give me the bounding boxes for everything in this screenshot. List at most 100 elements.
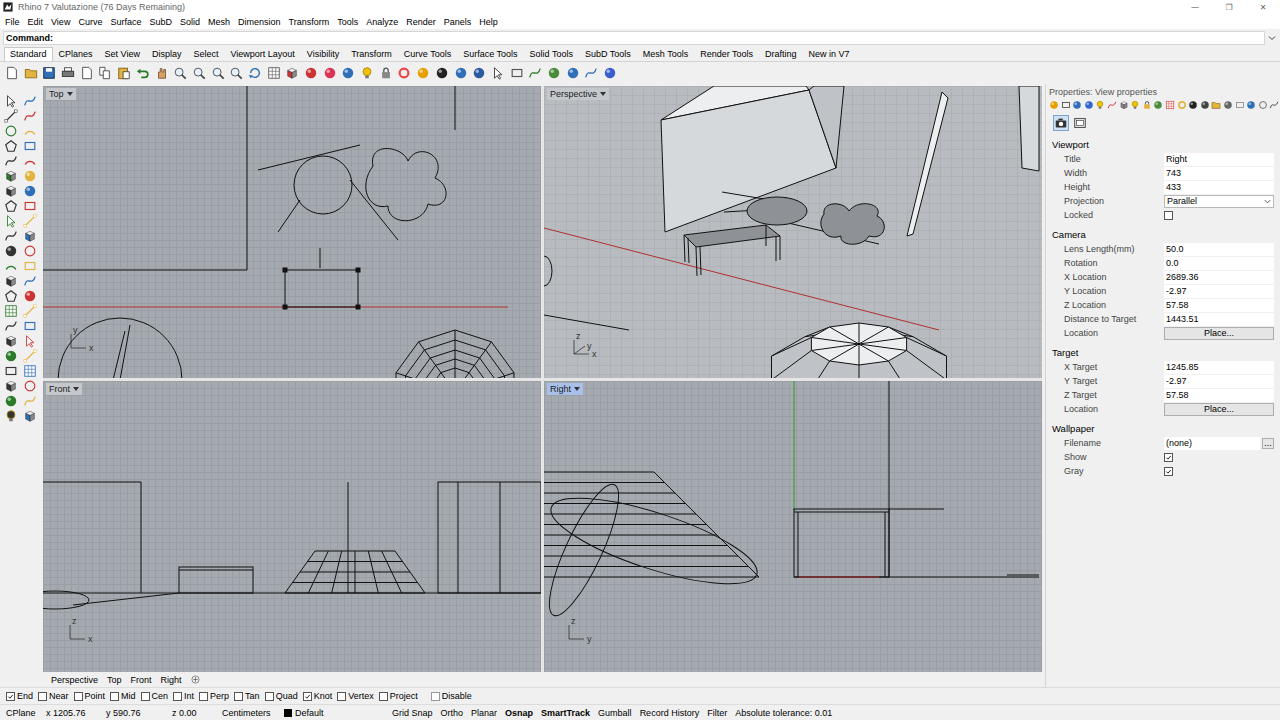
checkbox[interactable]: [234, 692, 243, 701]
table-outline[interactable]: [794, 509, 889, 577]
sphere-icon[interactable]: [435, 66, 449, 80]
toolbar-tab[interactable]: SubD Tools: [579, 47, 637, 61]
toolbar-tab[interactable]: Standard: [4, 47, 53, 61]
status-toggle[interactable]: Record History: [636, 707, 704, 719]
rect-icon[interactable]: [23, 199, 37, 213]
dropdown-caret-icon[interactable]: [574, 387, 580, 391]
bulb-icon[interactable]: [1130, 100, 1140, 110]
dropdown[interactable]: Parallel: [1164, 195, 1274, 208]
sphere-icon[interactable]: [4, 349, 18, 363]
box-icon[interactable]: [23, 409, 37, 423]
viewport-title[interactable]: Perspective: [547, 88, 609, 100]
menu-item[interactable]: Solid: [176, 17, 204, 27]
curve-icon[interactable]: [23, 394, 37, 408]
rect-icon[interactable]: [1235, 100, 1245, 110]
curve-icon[interactable]: [23, 94, 37, 108]
sphere-icon[interactable]: [4, 244, 18, 258]
box-outline[interactable]: [43, 482, 141, 593]
text-field[interactable]: 433: [1164, 181, 1274, 194]
units[interactable]: Centimeters: [216, 708, 278, 718]
rect-icon[interactable]: [510, 66, 524, 80]
text-field[interactable]: 1443.51: [1164, 313, 1274, 326]
text-field[interactable]: 57.58: [1164, 299, 1274, 312]
line-curve[interactable]: [320, 248, 321, 268]
history-dropdown-icon[interactable]: [1268, 34, 1276, 42]
flower-surface[interactable]: [821, 204, 884, 245]
circle-icon[interactable]: [1258, 100, 1268, 110]
line-curve[interactable]: [350, 180, 398, 240]
sphere-icon[interactable]: [1223, 100, 1233, 110]
checkbox[interactable]: [379, 692, 388, 701]
checkbox[interactable]: [6, 692, 15, 701]
sphere-icon[interactable]: [23, 184, 37, 198]
menu-item[interactable]: File: [1, 17, 24, 27]
flower-curve[interactable]: [366, 149, 446, 221]
toolbar-tab[interactable]: Set View: [99, 47, 146, 61]
checkbox[interactable]: [303, 692, 312, 701]
menu-item[interactable]: Tools: [333, 17, 362, 27]
half-circle[interactable]: [58, 318, 182, 378]
hand-icon[interactable]: [155, 66, 169, 80]
cursor-icon[interactable]: [4, 214, 18, 228]
text-field[interactable]: Right: [1164, 153, 1274, 166]
sphere-icon[interactable]: [1200, 100, 1210, 110]
dome-top-face[interactable]: [811, 323, 906, 365]
menu-item[interactable]: View: [47, 17, 74, 27]
poly-icon[interactable]: [4, 139, 18, 153]
zoom-icon[interactable]: [211, 66, 225, 80]
menu-item[interactable]: SubD: [145, 17, 176, 27]
plane-edge[interactable]: [348, 482, 349, 593]
grid-icon[interactable]: [4, 304, 18, 318]
text-field[interactable]: -2.97: [1164, 285, 1274, 298]
rect-icon[interactable]: [1061, 100, 1071, 110]
osnap-option[interactable]: Near: [38, 691, 69, 701]
toolbar-tab[interactable]: CPlanes: [53, 47, 99, 61]
status-toggle[interactable]: Ortho: [437, 707, 468, 719]
status-toggle[interactable]: Gumball: [594, 707, 636, 719]
properties-page-tab[interactable]: [1053, 115, 1069, 131]
bulb-icon[interactable]: [360, 66, 374, 80]
cursor-icon[interactable]: [491, 66, 505, 80]
menu-item[interactable]: Panels: [440, 17, 476, 27]
viewport-title[interactable]: Right: [547, 383, 583, 395]
viewport-tab[interactable]: Top: [103, 675, 126, 685]
checkbox[interactable]: [38, 692, 47, 701]
viewport-canvas[interactable]: zyx: [544, 86, 1042, 378]
status-toggle[interactable]: Osnap: [501, 707, 537, 719]
doc-icon[interactable]: [80, 66, 94, 80]
disk-icon[interactable]: [42, 66, 56, 80]
folder-icon[interactable]: [24, 66, 38, 80]
osnap-option[interactable]: Mid: [110, 691, 136, 701]
rotate-icon[interactable]: [248, 66, 262, 80]
menu-item[interactable]: Help: [475, 17, 502, 27]
poly-icon[interactable]: [4, 289, 18, 303]
circle-curve[interactable]: [544, 256, 552, 286]
sphere-icon[interactable]: [454, 66, 468, 80]
line-curve[interactable]: [73, 593, 179, 605]
lock-icon[interactable]: [1142, 100, 1152, 110]
box-icon[interactable]: [285, 66, 299, 80]
sphere-icon[interactable]: [341, 66, 355, 80]
curve-icon[interactable]: [4, 154, 18, 168]
osnap-disable[interactable]: Disable: [431, 691, 472, 701]
sphere-icon[interactable]: [603, 66, 617, 80]
curve-icon[interactable]: [1107, 100, 1117, 110]
viewport-tab[interactable]: Perspective: [47, 675, 102, 685]
corner-point[interactable]: [283, 268, 287, 272]
disc-surface[interactable]: [747, 197, 807, 225]
checkbox[interactable]: [265, 692, 274, 701]
osnap-option[interactable]: Perp: [199, 691, 229, 701]
cursor-icon[interactable]: [23, 334, 37, 348]
curve-icon[interactable]: [1269, 100, 1279, 110]
viewport-canvas[interactable]: yx: [43, 86, 541, 378]
text-field[interactable]: -2.97: [1164, 375, 1274, 388]
toolbar-tab[interactable]: Select: [187, 47, 224, 61]
osnap-option[interactable]: Point: [74, 691, 106, 701]
line-curve[interactable]: [1007, 574, 1039, 575]
poly-icon[interactable]: [4, 199, 18, 213]
camera-icon[interactable]: [1054, 116, 1068, 130]
menu-item[interactable]: Transform: [285, 17, 334, 27]
circle-icon[interactable]: [4, 124, 18, 138]
line-icon[interactable]: [23, 349, 37, 363]
text-field[interactable]: 743: [1164, 167, 1274, 180]
